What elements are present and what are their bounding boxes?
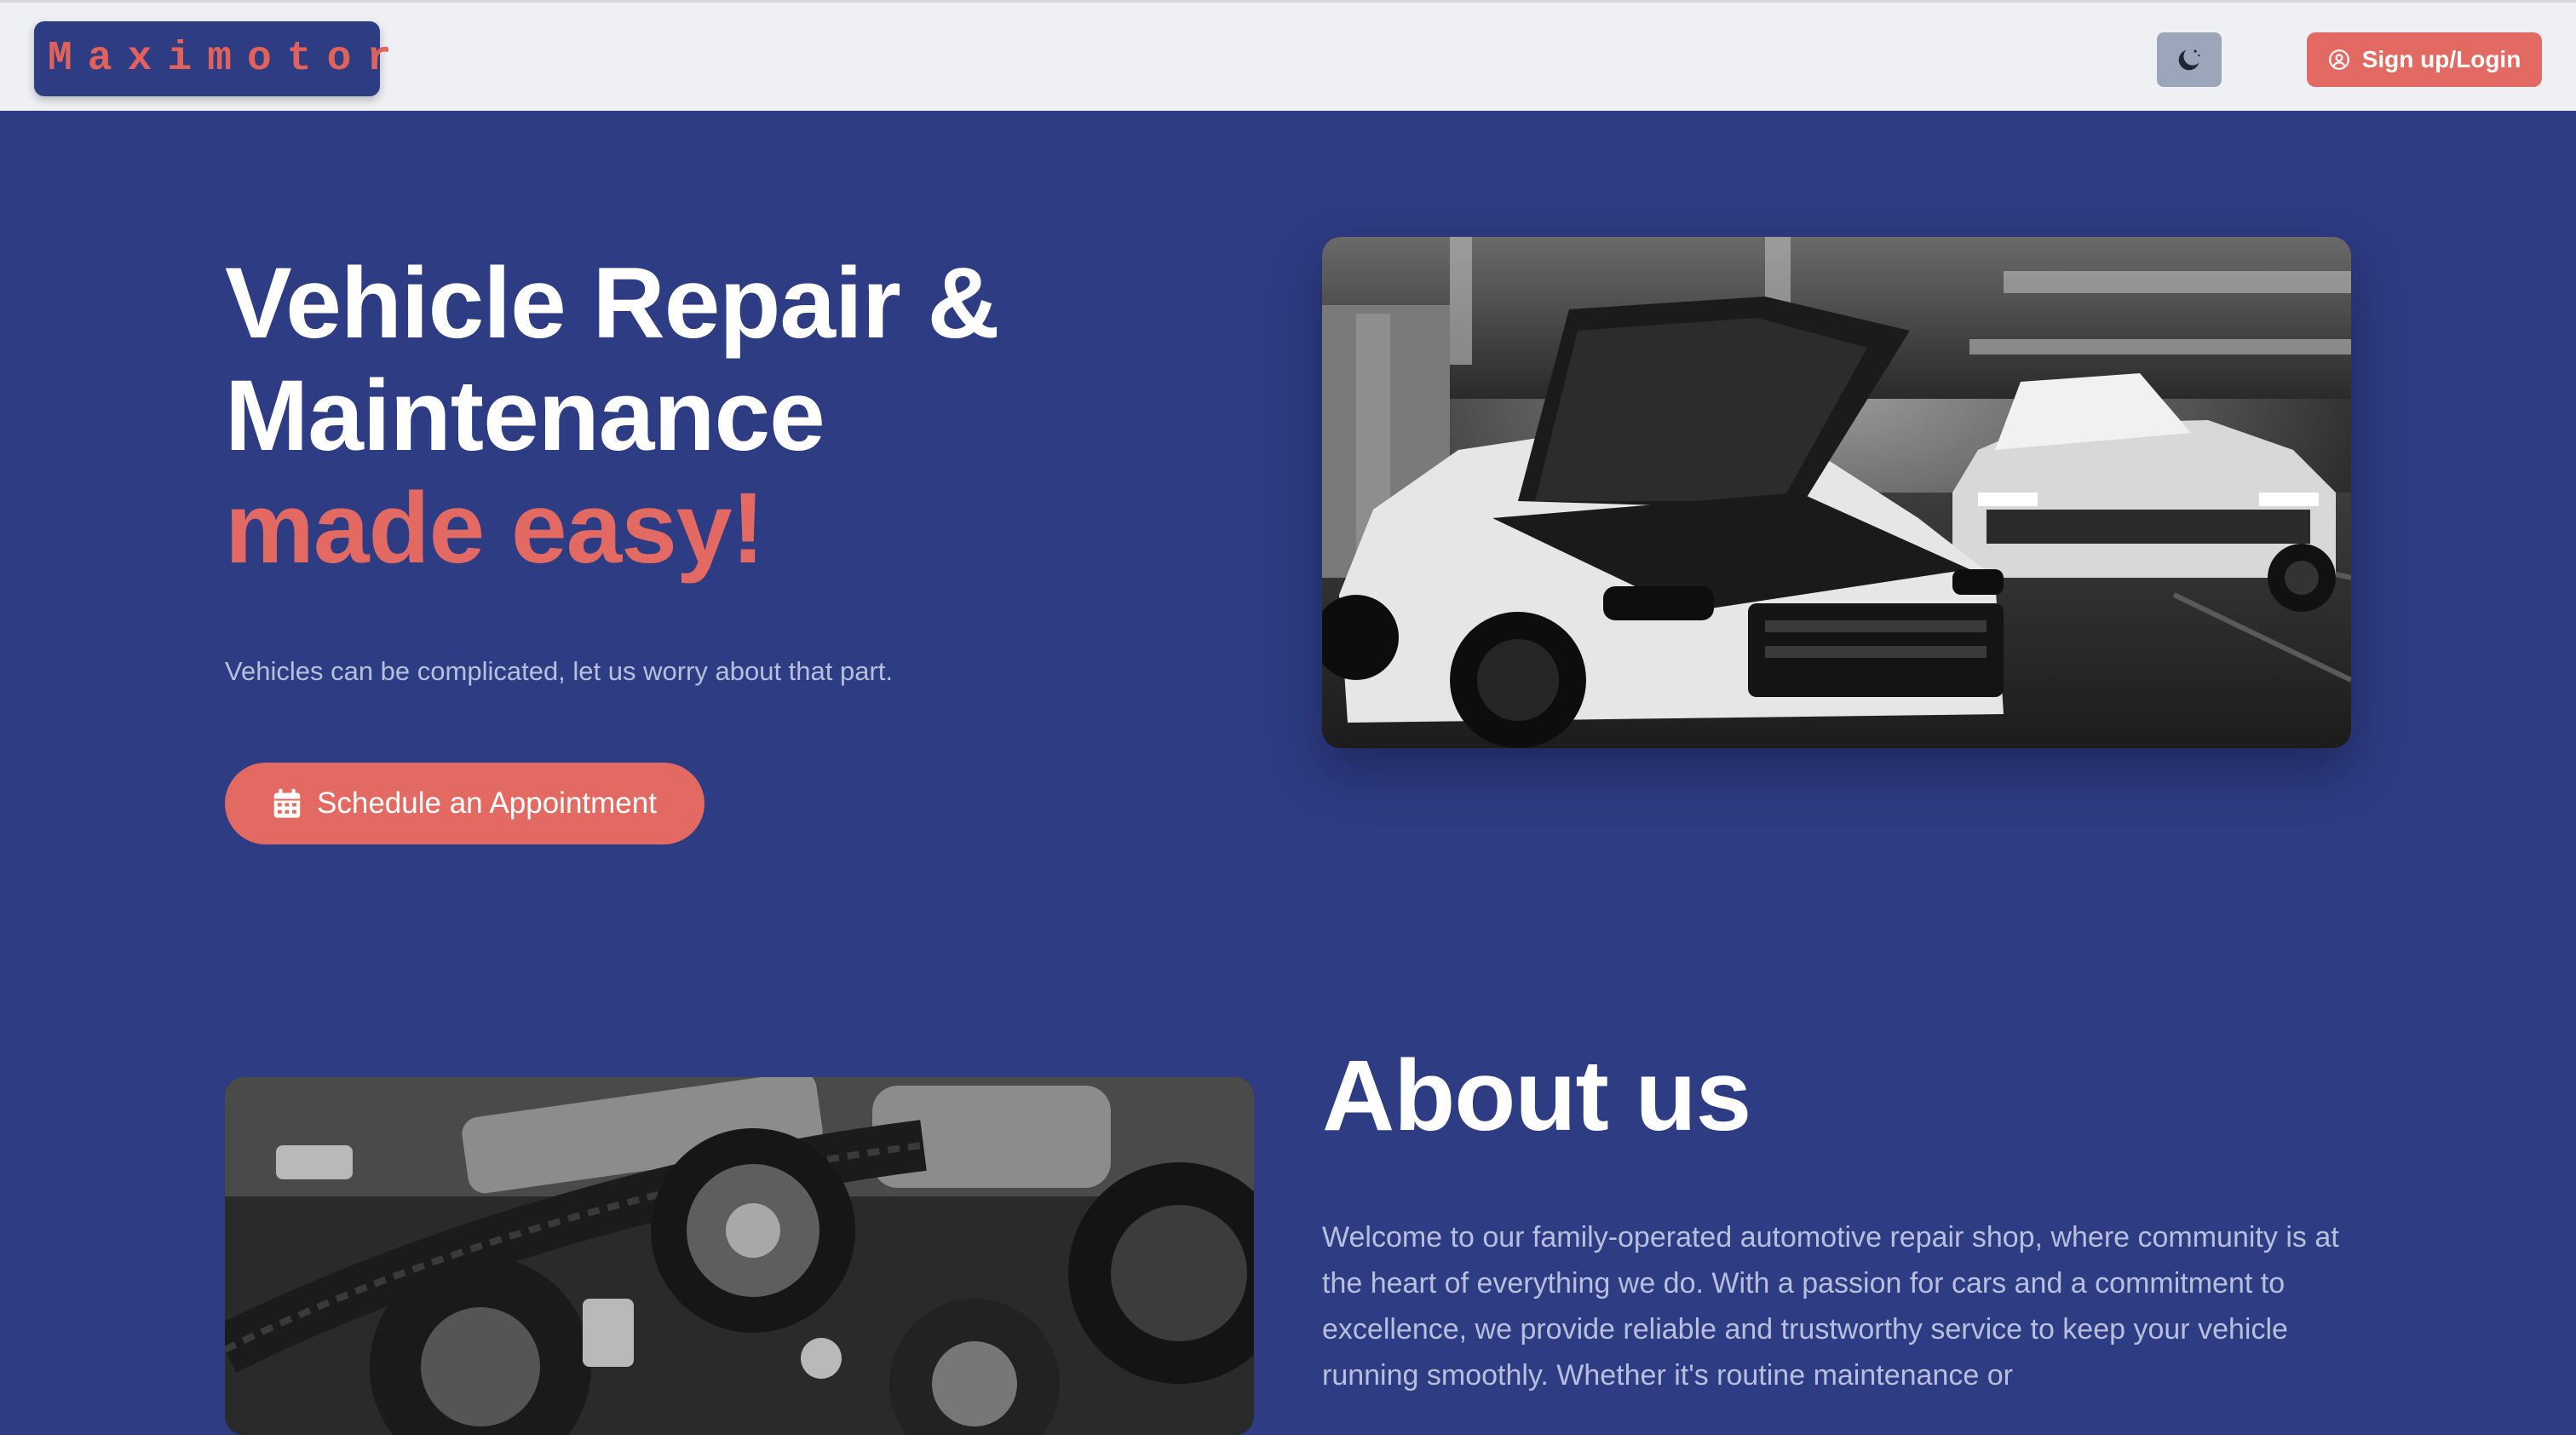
- engine-image: [225, 1077, 1254, 1435]
- hero-cars-image: [1322, 237, 2351, 748]
- schedule-appointment-button[interactable]: Schedule an Appointment: [225, 763, 704, 844]
- user-circle-icon: [2328, 49, 2350, 71]
- signup-login-label: Sign up/Login: [2361, 46, 2521, 72]
- hero-subtitle: Vehicles can be complicated, let us worr…: [225, 656, 894, 686]
- hero-title-line2: Maintenance: [225, 360, 825, 472]
- navbar: Maximotor Sign up/Login: [0, 0, 2576, 111]
- brand-logo[interactable]: Maximotor: [34, 21, 391, 96]
- hero-title-line1: Vehicle Repair &: [225, 247, 1000, 360]
- theme-toggle-button[interactable]: [2157, 32, 2222, 87]
- signup-login-button[interactable]: Sign up/Login: [2307, 32, 2542, 87]
- hero-title: Vehicle Repair & Maintenance made easy!: [225, 247, 1247, 585]
- calendar-icon: [273, 788, 302, 819]
- schedule-appointment-label: Schedule an Appointment: [317, 787, 657, 820]
- about-title: About us: [1322, 1040, 1751, 1152]
- brand-name[interactable]: Maximotor: [48, 36, 406, 82]
- moon-icon: [2175, 45, 2204, 74]
- hero-title-accent: made easy!: [225, 472, 765, 585]
- about-text: Welcome to our family-operated automotiv…: [1322, 1221, 2339, 1392]
